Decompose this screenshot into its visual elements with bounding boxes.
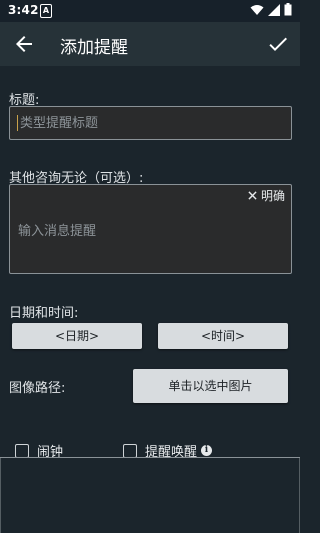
status-bar: 3:42 A: [0, 0, 300, 22]
text-caret: [17, 115, 18, 131]
message-field-container: 明确: [9, 184, 292, 274]
check-icon[interactable]: [266, 32, 290, 56]
image-path-label: 图像路径:: [9, 381, 66, 396]
info-icon[interactable]: i: [201, 445, 213, 456]
clear-message-button[interactable]: 明确: [248, 187, 285, 204]
wifi-icon: [250, 4, 264, 15]
date-button[interactable]: <日期>: [12, 323, 142, 349]
battery-icon: [284, 3, 292, 16]
time-button[interactable]: <时间>: [158, 323, 288, 349]
page-title: 添加提醒: [60, 38, 128, 58]
wake-checkbox[interactable]: [123, 443, 137, 458]
select-image-button[interactable]: 单击以选中图片: [133, 369, 288, 403]
bottom-panel: [0, 458, 300, 533]
datetime-label: 日期和时间:: [9, 306, 79, 321]
clear-message-label: 明确: [260, 189, 285, 203]
title-input[interactable]: [10, 107, 291, 139]
alarm-checkbox[interactable]: [15, 443, 29, 458]
status-icons: [250, 3, 292, 16]
app-bar: 添加提醒: [0, 22, 300, 66]
back-arrow-icon[interactable]: [12, 32, 36, 56]
signal-icon: [268, 3, 280, 16]
close-icon: [248, 191, 257, 200]
sim-icon: A: [40, 4, 52, 18]
status-time: 3:42: [8, 3, 39, 17]
title-field-container: [9, 106, 292, 140]
